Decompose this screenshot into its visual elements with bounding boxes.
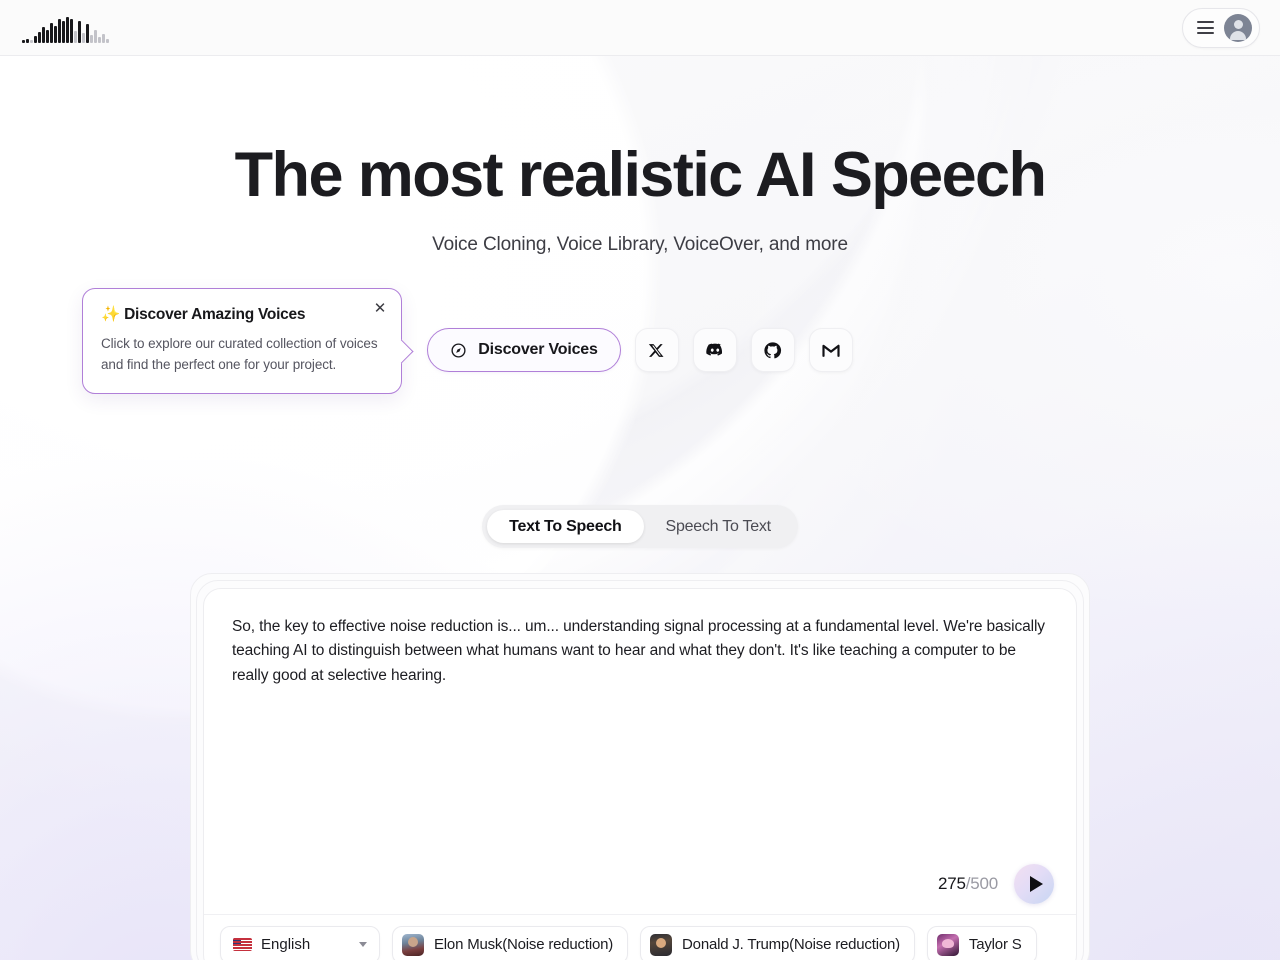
chevron-down-icon: [359, 942, 367, 947]
text-input-area[interactable]: So, the key to effective noise reduction…: [204, 589, 1076, 854]
voice-chip-taylor-swift[interactable]: Taylor S: [926, 925, 1037, 960]
language-select[interactable]: English: [220, 925, 380, 960]
voice-chip-elon-musk[interactable]: Elon Musk(Noise reduction): [392, 925, 629, 960]
character-counter: 275/500: [938, 874, 998, 894]
character-count-current: 275: [937, 874, 966, 893]
elon-musk-avatar: [402, 933, 424, 956]
voice-chip-label: Elon Musk(Noise reduction): [434, 936, 614, 953]
voice-selection-bar: English Elon Musk(Noise reduction) Donal…: [204, 914, 1076, 960]
account-menu-pill[interactable]: [1182, 7, 1260, 48]
compass-icon: [450, 342, 467, 359]
tooltip-title: ✨ Discover Amazing Voices: [101, 306, 306, 323]
discord-button[interactable]: [692, 328, 737, 372]
page-subtitle: Voice Cloning, Voice Library, VoiceOver,…: [432, 234, 848, 256]
twitter-x-icon: [648, 342, 665, 359]
tab-text-to-speech[interactable]: Text To Speech: [487, 510, 644, 543]
character-count-max: 500: [970, 874, 998, 893]
gmail-icon: [821, 340, 841, 360]
app-header: [0, 0, 1280, 56]
discover-voices-tooltip[interactable]: ✕ ✨ Discover Amazing Voices Click to exp…: [82, 288, 402, 395]
waveform-logo[interactable]: [22, 13, 109, 43]
taylor-swift-avatar: [936, 933, 959, 956]
page-title: The most realistic AI Speech: [234, 140, 1047, 210]
mode-tabs-container: Text To Speech Speech To Text: [0, 505, 1280, 548]
voice-chip-label: Donald J. Trump(Noise reduction): [682, 936, 900, 953]
language-label: English: [261, 936, 311, 953]
tab-speech-to-text[interactable]: Speech To Text: [644, 510, 793, 543]
gmail-button[interactable]: [808, 328, 853, 372]
play-icon: [1029, 876, 1043, 892]
us-flag-icon: [233, 938, 252, 951]
user-avatar-icon[interactable]: [1224, 13, 1252, 42]
tooltip-body: Click to explore our curated collection …: [101, 336, 378, 372]
text-to-speech-card: So, the key to effective noise reduction…: [203, 588, 1077, 960]
editor-footer: 275/500: [938, 864, 1054, 904]
hero-section: The most realistic AI Speech Voice Cloni…: [0, 56, 1280, 256]
github-icon: [763, 341, 782, 360]
discover-voices-button[interactable]: Discover Voices: [427, 328, 621, 372]
discord-icon: [705, 340, 725, 360]
play-button[interactable]: [1014, 864, 1054, 904]
twitter-x-button[interactable]: [634, 328, 679, 372]
voice-chip-label: Taylor S: [968, 936, 1022, 953]
close-icon[interactable]: ✕: [369, 297, 391, 319]
hamburger-menu-icon[interactable]: [1197, 21, 1214, 34]
discover-voices-label: Discover Voices: [478, 341, 598, 358]
mode-tabs: Text To Speech Speech To Text: [482, 505, 798, 548]
voice-chip-donald-trump[interactable]: Donald J. Trump(Noise reduction): [640, 925, 915, 960]
github-button[interactable]: [750, 328, 795, 372]
donald-trump-avatar: [650, 933, 673, 956]
